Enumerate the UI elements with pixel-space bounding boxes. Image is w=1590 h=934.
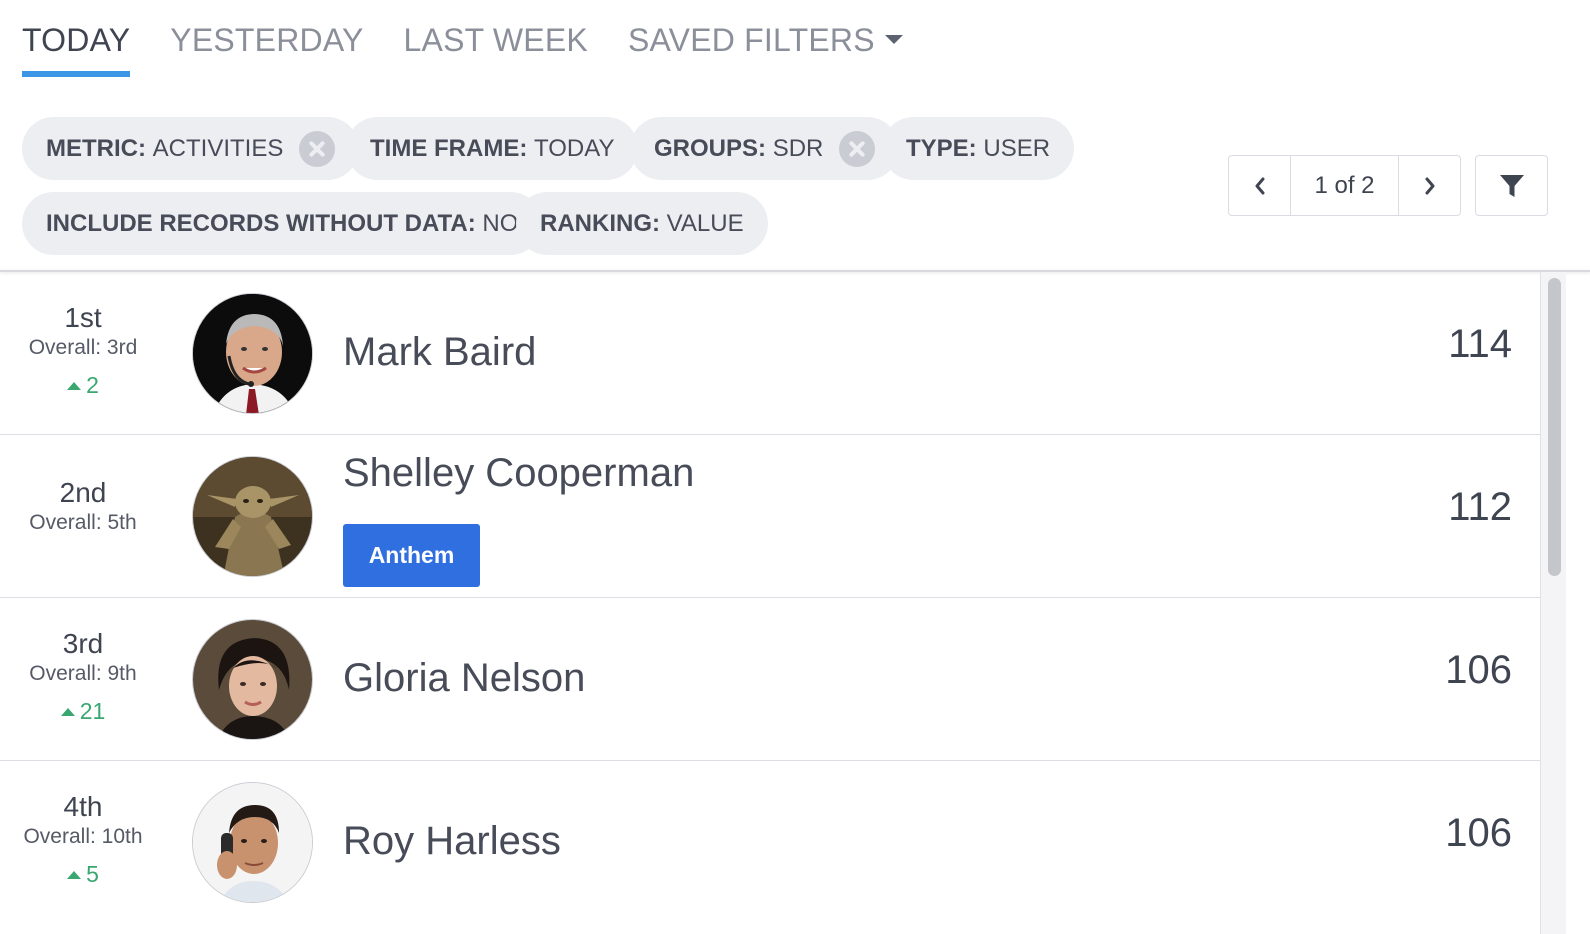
tab-last-week[interactable]: LAST WEEK (404, 0, 588, 80)
leaderboard-row[interactable]: 2nd Overall: 5th Shelley Cooperman Anthe… (0, 435, 1540, 598)
rank-block: 4th Overall: 10th 5 (0, 791, 166, 889)
rank-position: 2nd (59, 477, 107, 508)
tab-saved-filters-label: SAVED FILTERS (627, 22, 875, 58)
filter-chip-ranking[interactable]: RANKING: VALUE (516, 192, 768, 255)
filter-chip-type[interactable]: TYPE: USER (882, 117, 1075, 180)
filter-key: TYPE: (906, 134, 977, 162)
pagination: 1 of 2 (1228, 155, 1461, 216)
overall-rank: Overall: 10th (23, 825, 143, 848)
tab-last-week-label: LAST WEEK (403, 22, 588, 58)
arrow-up-icon (67, 871, 82, 879)
avatar-photo (193, 783, 312, 902)
tab-today[interactable]: TODAY (22, 0, 131, 80)
avatar[interactable] (192, 782, 313, 903)
rank-change-value: 2 (86, 372, 99, 398)
page-indicator: 1 of 2 (1290, 156, 1399, 215)
tab-yesterday[interactable]: YESTERDAY (170, 0, 363, 80)
rank-position: 3rd (62, 628, 104, 659)
leaderboard-row[interactable]: 3rd Overall: 9th 21 Gloria Nelson 106 (0, 598, 1540, 761)
chevron-right-icon (1425, 177, 1434, 194)
avatar[interactable] (192, 456, 313, 577)
user-name[interactable]: Gloria Nelson (343, 656, 585, 701)
filter-key: TIME FRAME: (370, 134, 528, 162)
avatar-photo (193, 294, 312, 413)
rank-change-value: 5 (86, 861, 99, 887)
team-badge[interactable]: Anthem (343, 524, 480, 587)
filter-key: GROUPS: (654, 134, 767, 162)
user-name[interactable]: Shelley Cooperman (343, 451, 694, 496)
filter-chip-time-frame[interactable]: TIME FRAME: TODAY (346, 117, 639, 180)
user-name[interactable]: Roy Harless (343, 819, 561, 864)
next-page-button[interactable] (1399, 156, 1460, 215)
filter-value: NO (482, 209, 519, 237)
filter-value: ACTIVITIES (152, 134, 284, 162)
rank-change: 5 (0, 859, 166, 889)
chevron-left-icon (1255, 177, 1264, 194)
tab-saved-filters[interactable]: SAVED FILTERS (628, 0, 903, 80)
leaderboard-row[interactable]: 4th Overall: 10th 5 Roy Harless 106 (0, 761, 1540, 924)
overall-rank: Overall: 9th (29, 662, 137, 685)
overall-rank: Overall: 3rd (28, 336, 138, 359)
metric-value: 106 (1445, 648, 1512, 692)
rank-position: 4th (63, 791, 103, 822)
funnel-icon (1499, 174, 1524, 197)
scrollbar-thumb[interactable] (1548, 278, 1561, 576)
user-name[interactable]: Mark Baird (343, 330, 536, 375)
filter-value: SDR (772, 134, 824, 162)
rank-position: 1st (64, 302, 102, 333)
filter-chip-metric[interactable]: METRIC: ACTIVITIES (22, 117, 360, 180)
filter-button[interactable] (1475, 155, 1548, 216)
metric-value: 106 (1445, 811, 1512, 855)
tab-yesterday-label: YESTERDAY (170, 22, 364, 58)
filter-chip-groups[interactable]: GROUPS: SDR (630, 117, 900, 180)
filter-key: INCLUDE RECORDS WITHOUT DATA: (46, 209, 476, 237)
rank-change: 21 (0, 696, 166, 726)
rank-block: 2nd Overall: 5th (0, 477, 166, 537)
remove-filter-icon[interactable] (839, 130, 876, 167)
tab-today-label: TODAY (22, 22, 131, 58)
avatar[interactable] (192, 293, 313, 414)
avatar-photo (193, 457, 312, 576)
rank-change-value: 21 (79, 698, 106, 724)
rank-change: 2 (0, 370, 166, 400)
avatar[interactable] (192, 619, 313, 740)
timeframe-tabs: TODAY YESTERDAY LAST WEEK SAVED FILTERS (22, 0, 943, 80)
caret-down-icon (884, 35, 903, 45)
overall-rank: Overall: 5th (29, 511, 137, 534)
filter-key: RANKING: (540, 209, 660, 237)
filter-key: METRIC: (46, 134, 146, 162)
leaderboard-list: 1st Overall: 3rd 2 Mark Baird 114 2nd Ov… (0, 272, 1540, 924)
arrow-up-icon (67, 382, 82, 390)
avatar-photo (193, 620, 312, 739)
filter-value: VALUE (666, 209, 744, 237)
filter-chip-include-records[interactable]: INCLUDE RECORDS WITHOUT DATA: NO (22, 192, 543, 255)
rank-block: 3rd Overall: 9th 21 (0, 628, 166, 726)
metric-value: 112 (1448, 485, 1512, 529)
rank-block: 1st Overall: 3rd 2 (0, 302, 166, 400)
leaderboard-row[interactable]: 1st Overall: 3rd 2 Mark Baird 114 (0, 272, 1540, 435)
arrow-up-icon (60, 708, 75, 716)
prev-page-button[interactable] (1229, 156, 1290, 215)
filter-value: USER (983, 134, 1051, 162)
scrollbar[interactable] (1540, 272, 1566, 934)
filter-value: TODAY (533, 134, 615, 162)
remove-filter-icon[interactable] (299, 130, 336, 167)
metric-value: 114 (1448, 322, 1512, 366)
